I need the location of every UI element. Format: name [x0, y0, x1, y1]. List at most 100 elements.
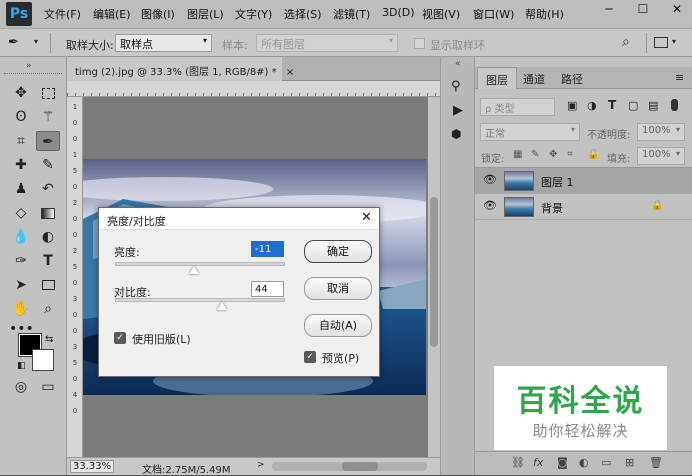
search-icon[interactable]: ⌕ [622, 34, 630, 50]
fx-icon[interactable]: fx [533, 456, 543, 469]
contrast-slider[interactable] [115, 298, 285, 302]
lock-transparent-icon[interactable]: ▦ [513, 149, 522, 160]
smart-object-filter-icon[interactable]: ▤ [648, 99, 658, 112]
collapse-icon[interactable]: « [455, 59, 461, 69]
fill-field[interactable]: 100% ▾ [637, 147, 685, 165]
menu-type[interactable]: 文字(Y) [235, 6, 272, 22]
new-layer-icon[interactable]: ⊞ [625, 456, 634, 469]
clone-stamp-tool-icon[interactable]: ♟ [9, 179, 33, 199]
dialog-titlebar[interactable]: 亮度/对比度 ✕ [99, 208, 379, 230]
menu-image[interactable]: 图像(I) [141, 6, 175, 22]
trash-icon[interactable]: 🗑 [649, 456, 663, 469]
menu-help[interactable]: 帮助(H) [525, 6, 564, 22]
menu-layer[interactable]: 图层(L) [187, 6, 224, 22]
filter-toggle-icon[interactable] [671, 99, 678, 111]
blur-tool-icon[interactable]: 💧 [9, 227, 33, 247]
zoom-tool-icon[interactable]: ⌕ [36, 299, 60, 319]
swap-colors-icon[interactable]: ⇆ [45, 334, 53, 345]
eraser-tool-icon[interactable]: ◇ [9, 203, 33, 223]
lock-all-icon[interactable]: 🔒 [587, 149, 599, 160]
legacy-checkbox[interactable]: ✓ [114, 332, 126, 344]
horizontal-scrollbar[interactable] [272, 462, 427, 471]
type-filter-icon[interactable]: T [608, 98, 616, 112]
brightness-slider[interactable] [115, 262, 285, 266]
brightness-input[interactable] [251, 241, 284, 257]
sample-select[interactable]: 所有图层 ▾ [256, 34, 398, 52]
link-layers-icon[interactable]: ⛓ [511, 456, 525, 469]
menu-3d[interactable]: 3D(D) [382, 6, 415, 19]
contrast-input[interactable] [251, 281, 284, 297]
quick-mask-icon[interactable]: ◎ [9, 377, 33, 397]
background-color-swatch[interactable] [32, 349, 54, 371]
marquee-tool-icon[interactable] [36, 83, 60, 103]
new-group-icon[interactable]: ▭ [601, 456, 611, 469]
history-panel-icon[interactable]: ⚲ [451, 79, 461, 94]
menu-edit[interactable]: 编辑(E) [93, 6, 131, 22]
dodge-tool-icon[interactable]: ◐ [36, 227, 60, 247]
zoom-level[interactable]: 33.33% [70, 460, 115, 473]
layer-row[interactable]: 👁 背景 🔒 [475, 194, 692, 220]
contrast-slider-thumb[interactable] [216, 302, 227, 310]
layer-filter-select[interactable]: ρ 类型 [480, 98, 555, 116]
brightness-slider-thumb[interactable] [188, 266, 199, 274]
eye-icon[interactable]: 👁 [483, 173, 497, 186]
scrollbar-thumb[interactable] [342, 462, 378, 471]
sample-size-select[interactable]: 取样点 ▾ [115, 34, 212, 52]
preview-checkbox[interactable]: ✓ [304, 351, 316, 363]
crop-tool-icon[interactable]: ⌗ [9, 131, 33, 151]
collapse-icon[interactable]: » [26, 61, 32, 71]
show-ring-checkbox[interactable] [414, 38, 425, 49]
menu-select[interactable]: 选择(S) [284, 6, 322, 22]
adjustment-filter-icon[interactable]: ◑ [587, 99, 597, 112]
adjustment-layer-icon[interactable]: ◐ [579, 456, 589, 469]
lock-pixels-icon[interactable]: ✎ [531, 149, 539, 160]
document-tab[interactable]: timg (2).jpg @ 33.3% (图层 1, RGB/8#) * × [67, 57, 294, 81]
lock-position-icon[interactable]: ✥ [549, 149, 557, 160]
move-tool-icon[interactable]: ✥ [9, 83, 33, 103]
rectangle-tool-icon[interactable] [36, 275, 60, 295]
type-tool-icon[interactable]: T [36, 251, 60, 271]
eyedropper-tool-icon[interactable]: ✒ [36, 131, 60, 151]
chevron-right-icon[interactable]: > [257, 460, 265, 470]
menu-window[interactable]: 窗口(W) [473, 6, 514, 22]
lasso-tool-icon[interactable]: ʘ [9, 107, 33, 127]
tab-channels[interactable]: 通道 [515, 67, 553, 89]
menu-view[interactable]: 视图(V) [422, 6, 460, 22]
close-icon[interactable]: ✕ [361, 210, 372, 225]
lock-icon[interactable]: 🔒 [651, 200, 663, 211]
tab-paths[interactable]: 路径 [553, 67, 591, 89]
magic-wand-tool-icon[interactable]: ⚚ [36, 107, 60, 127]
lock-artboard-icon[interactable]: ⌗ [567, 149, 573, 160]
actions-play-icon[interactable]: ▶ [453, 103, 463, 118]
cancel-button[interactable]: 取消 [304, 277, 372, 300]
chevron-down-icon[interactable]: ▾ [34, 37, 38, 46]
auto-button[interactable]: 自动(A) [304, 314, 372, 337]
vertical-scrollbar[interactable] [428, 97, 440, 457]
brush-tool-icon[interactable]: ✎ [36, 155, 60, 175]
tab-layers[interactable]: 图层 [477, 67, 517, 89]
screen-mode-icon[interactable]: ▭ [36, 377, 60, 397]
scrollbar-thumb[interactable] [430, 197, 438, 347]
menu-file[interactable]: 文件(F) [44, 6, 81, 22]
image-filter-icon[interactable]: ▣ [567, 99, 577, 112]
panel-menu-icon[interactable]: ≡ [675, 71, 684, 84]
close-button[interactable]: ✕ [662, 0, 692, 18]
menu-filter[interactable]: 滤镜(T) [333, 6, 370, 22]
layer-row[interactable]: 👁 图层 1 [475, 168, 692, 194]
opacity-field[interactable]: 100% ▾ [637, 123, 685, 141]
healing-brush-tool-icon[interactable]: ✚ [9, 155, 33, 175]
pen-tool-icon[interactable]: ✑ [9, 251, 33, 271]
path-selection-tool-icon[interactable]: ➤ [9, 275, 33, 295]
history-brush-tool-icon[interactable]: ↶ [36, 179, 60, 199]
workspace-icon[interactable] [654, 37, 668, 48]
eyedropper-tool-preset-icon[interactable]: ✒ [8, 35, 19, 50]
3d-panel-icon[interactable]: ⬢ [451, 127, 461, 141]
eye-icon[interactable]: 👁 [483, 199, 497, 212]
shape-filter-icon[interactable]: ▢ [628, 99, 638, 112]
toolbox-grip[interactable] [4, 73, 62, 75]
default-colors-icon[interactable]: ◧ [17, 361, 26, 371]
close-icon[interactable]: × [286, 67, 294, 78]
blend-mode-select[interactable]: 正常 ▾ [480, 123, 580, 141]
minimize-button[interactable]: ─ [594, 0, 624, 18]
add-mask-icon[interactable]: ◙ [557, 456, 568, 469]
